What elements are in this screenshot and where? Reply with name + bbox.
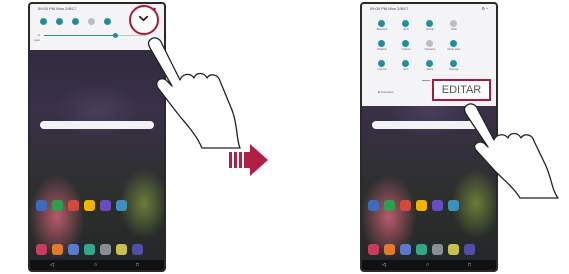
status-bar: 09:00 PM Mon 2/8/17 ⚙ ^: [362, 4, 496, 14]
quick-tile-label: Ubicación: [424, 48, 436, 51]
status-time: 09:00 PM Mon 2/8/17: [370, 6, 409, 11]
quick-tile-4[interactable]: [88, 18, 95, 25]
app-icon[interactable]: [84, 200, 95, 211]
app-icon[interactable]: [84, 244, 95, 255]
quick-tile-2[interactable]: [56, 18, 63, 25]
app-icon[interactable]: [416, 244, 427, 255]
search-bar[interactable]: [40, 121, 154, 129]
app-icon[interactable]: [448, 244, 459, 255]
app-icon[interactable]: [416, 200, 427, 211]
recents-button[interactable]: □: [136, 262, 139, 268]
app-icon[interactable]: [400, 244, 411, 255]
app-icon[interactable]: [100, 244, 111, 255]
quick-tile-1[interactable]: [378, 20, 385, 27]
quick-tile-1[interactable]: [40, 18, 47, 25]
right-arrow-icon: [229, 144, 268, 176]
app-icon[interactable]: [432, 200, 443, 211]
quick-tile-5[interactable]: [378, 40, 385, 47]
chevron-down-icon: [139, 15, 148, 22]
quick-tile-label: Wi-Fi: [403, 28, 409, 31]
quick-tile-8[interactable]: [450, 40, 457, 47]
app-icon[interactable]: [36, 244, 47, 255]
app-icon[interactable]: [464, 244, 475, 255]
hand-pointer-icon: [147, 37, 241, 149]
quick-tile-3[interactable]: [426, 20, 433, 27]
back-button[interactable]: ◁: [382, 262, 386, 268]
app-icon[interactable]: [432, 244, 443, 255]
app-icon[interactable]: [52, 244, 63, 255]
back-button[interactable]: ◁: [50, 262, 54, 268]
brightness-slider-knob[interactable]: [113, 33, 119, 38]
quick-tile-label: Captura: [401, 48, 411, 51]
app-icon[interactable]: [52, 200, 63, 211]
controls-label[interactable]: ■ Controles: [378, 90, 394, 94]
quick-tile-label: Datos: [426, 68, 434, 71]
app-icon[interactable]: [448, 200, 459, 211]
quick-tile-label: Linterna: [377, 68, 387, 71]
app-icon[interactable]: [400, 200, 411, 211]
quick-tile-label: Sonido: [426, 28, 434, 31]
app-icon[interactable]: [384, 244, 395, 255]
app-icon[interactable]: [116, 200, 127, 211]
recents-button[interactable]: □: [468, 262, 471, 268]
navigation-bar: ◁ ○ □: [362, 260, 496, 270]
quick-tile-2[interactable]: [402, 20, 409, 27]
app-icon[interactable]: [36, 200, 47, 211]
quick-tile-12[interactable]: [450, 60, 457, 67]
hand-pointer-icon: [463, 103, 559, 199]
quick-tile-label: Modo avión: [447, 48, 461, 51]
app-icon[interactable]: [100, 200, 111, 211]
home-button[interactable]: ○: [94, 262, 97, 268]
quick-tile-5[interactable]: [104, 18, 111, 25]
quick-tile-7[interactable]: [426, 40, 433, 47]
quick-tile-10[interactable]: [402, 60, 409, 67]
quick-tile-label: NFC: [403, 68, 409, 71]
status-time: 09:00 PM Mon 2/8/17: [38, 6, 77, 11]
quick-tile-label: Mensaje: [449, 68, 459, 71]
quick-tile-label: Bluetooth: [376, 28, 388, 31]
quick-tile-11[interactable]: [426, 60, 433, 67]
brightness-icon: ☼: [37, 32, 41, 37]
quick-tile-9[interactable]: [378, 60, 385, 67]
quick-tile-label: Rotación: [377, 48, 387, 51]
brightness-slider[interactable]: [44, 33, 146, 38]
page-indicator: [422, 80, 430, 81]
quick-tile-6[interactable]: [402, 40, 409, 47]
app-icon[interactable]: [68, 244, 79, 255]
app-icon[interactable]: [368, 244, 379, 255]
brightness-auto-label: Auto: [34, 38, 41, 42]
app-icon[interactable]: [116, 244, 127, 255]
app-icon[interactable]: [132, 244, 143, 255]
home-button[interactable]: ○: [426, 262, 429, 268]
brightness-slider-fill: [44, 35, 116, 36]
navigation-bar: ◁ ○ □: [30, 260, 164, 270]
app-icon[interactable]: [368, 200, 379, 211]
status-icons: ⚙ ^: [481, 6, 488, 11]
edit-button[interactable]: EDITAR: [432, 79, 491, 101]
quick-tile-3[interactable]: [72, 18, 79, 25]
app-icon[interactable]: [68, 200, 79, 211]
app-icon[interactable]: [384, 200, 395, 211]
quick-tile-4[interactable]: [450, 20, 457, 27]
quick-tile-label: Brillo: [451, 28, 457, 31]
